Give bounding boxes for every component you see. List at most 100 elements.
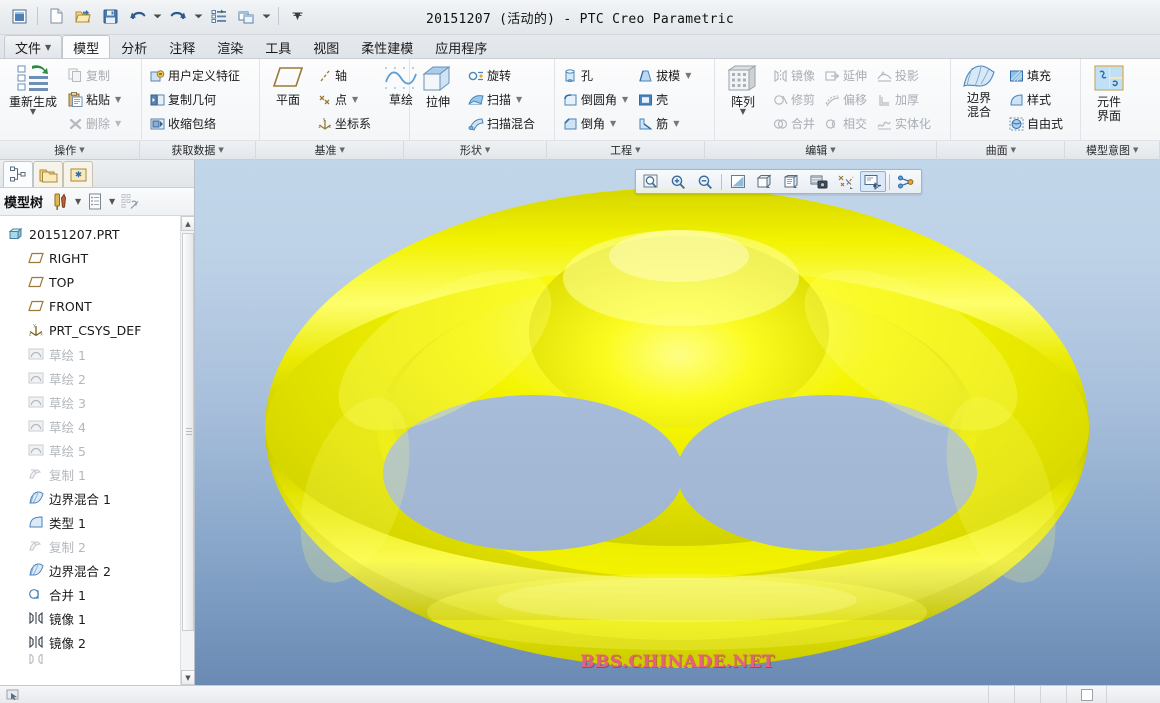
- chevron-down-icon[interactable]: ▼: [30, 107, 36, 115]
- coordinate-system-button[interactable]: yzx 坐标系: [315, 112, 374, 136]
- new-file-icon[interactable]: [43, 3, 69, 29]
- copy-button[interactable]: 复制: [65, 64, 124, 88]
- tree-node-mirror-2[interactable]: 镜像 2: [6, 630, 180, 654]
- tree-node-style-1[interactable]: 类型 1: [6, 510, 180, 534]
- group-label-model-intent[interactable]: 模型意图 ▼: [1065, 140, 1160, 160]
- regenerate-button[interactable]: 重新生成 ▼: [3, 61, 63, 138]
- status-cell-2[interactable]: [1014, 686, 1040, 703]
- tree-display-icon[interactable]: [86, 192, 104, 212]
- group-label-get-data[interactable]: 获取数据 ▼: [140, 140, 257, 160]
- window-switch-icon[interactable]: [233, 3, 259, 29]
- window-restore-icon[interactable]: [6, 3, 32, 29]
- chevron-down-icon[interactable]: ▼: [610, 119, 616, 128]
- tab-model[interactable]: 模型: [62, 35, 111, 58]
- window-switch-caret-icon[interactable]: [260, 3, 273, 29]
- tree-node-csys[interactable]: yzx PRT_CSYS_DEF: [6, 318, 180, 342]
- undo-dropdown-caret-icon[interactable]: [151, 3, 164, 29]
- spin-center-icon[interactable]: [893, 171, 919, 192]
- copy-geometry-button[interactable]: 复制几何: [147, 88, 243, 112]
- tree-node-sketch-1[interactable]: 草绘 1: [6, 342, 180, 366]
- tree-node-merge-1[interactable]: 合并 1: [6, 582, 180, 606]
- swept-blend-button[interactable]: 扫描混合: [465, 112, 538, 136]
- extend-button[interactable]: 延伸: [822, 64, 870, 88]
- tree-node-top[interactable]: TOP: [6, 270, 180, 294]
- tree-node-sketch-2[interactable]: 草绘 2: [6, 366, 180, 390]
- tab-file[interactable]: 文件 ▼: [4, 35, 63, 58]
- mirror-button[interactable]: 镜像: [770, 64, 818, 88]
- tree-node-mirror-1[interactable]: 镜像 1: [6, 606, 180, 630]
- freestyle-button[interactable]: 自由式: [1006, 112, 1066, 136]
- favorites-tab[interactable]: [63, 161, 93, 187]
- boundary-blend-button[interactable]: 边界 混合: [954, 61, 1004, 138]
- paste-button[interactable]: 粘贴 ▼: [65, 88, 124, 112]
- group-label-datum[interactable]: 基准 ▼: [256, 140, 405, 160]
- component-interface-button[interactable]: 元件 界面: [1084, 61, 1134, 138]
- tree-settings-icon[interactable]: [52, 192, 70, 212]
- tree-filter-icon[interactable]: [120, 192, 142, 212]
- regenerate-icon[interactable]: [206, 3, 232, 29]
- tree-node-partial[interactable]: [6, 654, 180, 664]
- delete-button[interactable]: 删除 ▼: [65, 112, 124, 136]
- rib-button[interactable]: 筋 ▼: [635, 112, 694, 136]
- customize-qat-icon[interactable]: [284, 3, 310, 29]
- chevron-down-icon[interactable]: ▼: [115, 119, 121, 128]
- revolve-button[interactable]: 旋转: [465, 64, 538, 88]
- tree-node-right[interactable]: RIGHT: [6, 246, 180, 270]
- shrinkwrap-button[interactable]: 收缩包络: [147, 112, 243, 136]
- redo-icon[interactable]: [165, 3, 191, 29]
- undo-icon[interactable]: [124, 3, 150, 29]
- scrollbar-thumb[interactable]: [182, 233, 194, 631]
- chevron-down-icon[interactable]: ▼: [673, 119, 679, 128]
- tab-annotate[interactable]: 注释: [158, 35, 206, 58]
- tree-node-copy-2[interactable]: 复制 2: [6, 534, 180, 558]
- hole-button[interactable]: 孔: [560, 64, 631, 88]
- tree-node-sketch-5[interactable]: 草绘 5: [6, 438, 180, 462]
- group-label-editing[interactable]: 编辑 ▼: [705, 140, 938, 160]
- solidify-button[interactable]: 实体化: [874, 112, 934, 136]
- folder-browser-tab[interactable]: [33, 161, 63, 187]
- fill-button[interactable]: 填充: [1006, 64, 1066, 88]
- status-cell-3[interactable]: [1040, 686, 1066, 703]
- zoom-in-icon[interactable]: [665, 171, 691, 192]
- shell-button[interactable]: 壳: [635, 88, 694, 112]
- user-defined-feature-button[interactable]: 用户定义特征: [147, 64, 243, 88]
- offset-button[interactable]: 偏移: [822, 88, 870, 112]
- tree-settings-caret-icon[interactable]: ▼: [73, 197, 83, 206]
- refit-icon[interactable]: [638, 171, 664, 192]
- group-label-shapes[interactable]: 形状 ▼: [404, 140, 547, 160]
- extrude-button[interactable]: 拉伸: [413, 61, 463, 138]
- group-label-operations[interactable]: 操作 ▼: [0, 140, 140, 160]
- group-label-engineering[interactable]: 工程 ▼: [547, 140, 705, 160]
- status-cell-1[interactable]: [988, 686, 1014, 703]
- style-button[interactable]: 样式: [1006, 88, 1066, 112]
- tab-flexible-modeling[interactable]: 柔性建模: [350, 35, 424, 58]
- chevron-down-icon[interactable]: ▼: [685, 71, 691, 80]
- chevron-down-icon[interactable]: ▼: [115, 95, 121, 104]
- saved-views-icon[interactable]: [806, 171, 832, 192]
- model-tree-scrollbar[interactable]: ▲ ▼: [180, 216, 194, 685]
- chevron-down-icon[interactable]: ▼: [622, 95, 628, 104]
- repaint-icon[interactable]: [725, 171, 751, 192]
- tab-tools[interactable]: 工具: [254, 35, 302, 58]
- datum-axis-button[interactable]: 轴: [315, 64, 374, 88]
- scroll-up-arrow-icon[interactable]: ▲: [181, 216, 194, 231]
- merge-button[interactable]: 合并: [770, 112, 818, 136]
- tree-node-part[interactable]: 20151207.PRT: [6, 222, 180, 246]
- tree-node-copy-1[interactable]: 复制 1: [6, 462, 180, 486]
- zoom-out-icon[interactable]: [692, 171, 718, 192]
- intersect-button[interactable]: 相交: [822, 112, 870, 136]
- model-tree-tab[interactable]: [3, 161, 33, 187]
- annotation-display-icon[interactable]: [860, 171, 886, 192]
- project-button[interactable]: 投影: [874, 64, 934, 88]
- tree-node-sketch-3[interactable]: 草绘 3: [6, 390, 180, 414]
- tree-node-front[interactable]: FRONT: [6, 294, 180, 318]
- status-checkbox[interactable]: [1080, 688, 1093, 701]
- sweep-button[interactable]: 扫描 ▼: [465, 88, 538, 112]
- scroll-down-arrow-icon[interactable]: ▼: [181, 670, 194, 685]
- chevron-down-icon[interactable]: ▼: [352, 95, 358, 104]
- perspective-view-icon[interactable]: [779, 171, 805, 192]
- group-label-surfaces[interactable]: 曲面 ▼: [937, 140, 1066, 160]
- tree-node-boundary-blend-1[interactable]: 边界混合 1: [6, 486, 180, 510]
- draft-button[interactable]: 拔模 ▼: [635, 64, 694, 88]
- redo-dropdown-caret-icon[interactable]: [192, 3, 205, 29]
